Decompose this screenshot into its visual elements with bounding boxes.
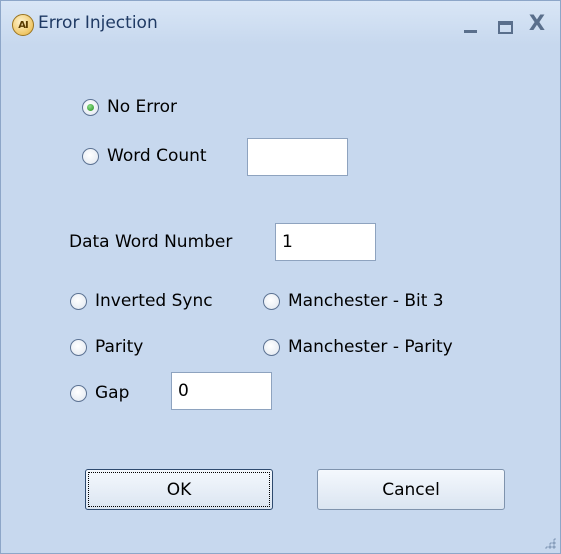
title-bar[interactable]: AI Error Injection X bbox=[1, 1, 560, 45]
radio-word-count-label: Word Count bbox=[107, 146, 207, 166]
close-icon[interactable]: X bbox=[522, 9, 552, 37]
radio-no-error[interactable]: No Error bbox=[82, 97, 177, 117]
radio-gap[interactable]: Gap bbox=[70, 383, 129, 403]
radio-gap-circle[interactable] bbox=[70, 384, 87, 402]
radio-manchester-parity[interactable]: Manchester - Parity bbox=[263, 337, 453, 357]
minimize-icon[interactable] bbox=[455, 9, 485, 37]
radio-word-count[interactable]: Word Count bbox=[82, 146, 207, 166]
radio-manchester-parity-circle[interactable] bbox=[263, 338, 280, 356]
radio-inverted-sync-circle[interactable] bbox=[70, 292, 87, 310]
gap-input[interactable] bbox=[171, 372, 272, 410]
ok-button[interactable]: OK bbox=[85, 469, 273, 510]
window-title: Error Injection bbox=[38, 13, 158, 33]
radio-inverted-sync[interactable]: Inverted Sync bbox=[70, 291, 213, 311]
resize-grip-icon[interactable] bbox=[544, 537, 556, 549]
radio-manchester-bit3-label: Manchester - Bit 3 bbox=[288, 291, 444, 311]
radio-manchester-parity-label: Manchester - Parity bbox=[288, 337, 453, 357]
radio-gap-label: Gap bbox=[95, 383, 130, 403]
radio-manchester-bit3-circle[interactable] bbox=[263, 292, 280, 310]
radio-parity-label: Parity bbox=[95, 337, 144, 357]
radio-manchester-bit3[interactable]: Manchester - Bit 3 bbox=[263, 291, 444, 311]
radio-word-count-circle[interactable] bbox=[82, 147, 99, 165]
error-injection-dialog: AI Error Injection X No Error Word Count… bbox=[0, 0, 561, 554]
radio-parity[interactable]: Parity bbox=[70, 337, 143, 357]
data-word-number-label: Data Word Number bbox=[69, 232, 233, 252]
radio-no-error-label: No Error bbox=[107, 97, 177, 117]
radio-no-error-circle[interactable] bbox=[82, 98, 99, 116]
cancel-button[interactable]: Cancel bbox=[317, 469, 505, 510]
maximize-icon[interactable] bbox=[489, 9, 519, 37]
radio-parity-circle[interactable] bbox=[70, 338, 87, 356]
data-word-number-input[interactable] bbox=[275, 223, 376, 261]
word-count-input[interactable] bbox=[247, 138, 348, 176]
radio-inverted-sync-label: Inverted Sync bbox=[95, 291, 213, 311]
app-icon[interactable]: AI bbox=[12, 14, 34, 36]
